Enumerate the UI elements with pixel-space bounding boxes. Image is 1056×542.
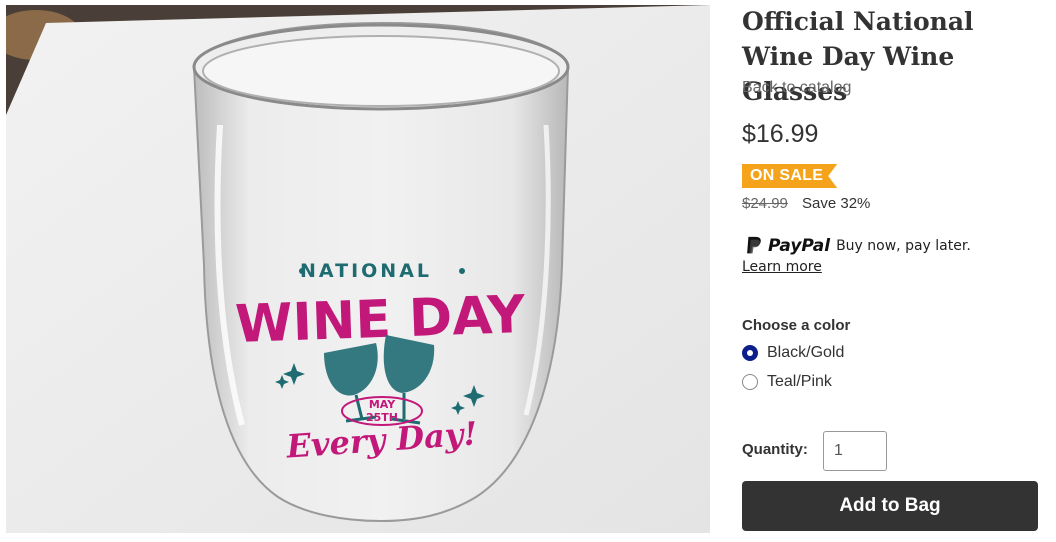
product-price: $16.99 [742, 120, 819, 148]
paypal-learn-more-link[interactable]: Learn more [742, 259, 822, 275]
radio-teal-pink[interactable] [742, 374, 758, 390]
paypal-brand: PayPal [768, 236, 831, 256]
print-national-text: NATIONAL [300, 260, 432, 282]
color-option-label: Black/Gold [767, 344, 845, 361]
on-sale-badge: ON SALE [742, 164, 837, 188]
print-wine-day-text: WINE DAY [234, 285, 527, 355]
color-option-teal-pink[interactable]: Teal/Pink [742, 373, 832, 391]
back-to-catalog-link[interactable]: Back to catalog [742, 79, 851, 97]
add-to-bag-button[interactable]: Add to Bag [742, 481, 1038, 531]
paypal-logo-icon [747, 236, 761, 254]
paypal-message: PayPal Buy now, pay later. [742, 235, 971, 257]
paypal-tagline: Buy now, pay later. [836, 238, 971, 254]
quantity-label: Quantity: [742, 441, 808, 458]
color-selector-label: Choose a color [742, 317, 851, 334]
savings-text: Save 32% [802, 195, 871, 212]
print-may-text: MAY [369, 398, 396, 411]
quantity-input[interactable] [823, 431, 887, 471]
color-option-black-gold[interactable]: Black/Gold [742, 344, 844, 362]
radio-black-gold[interactable] [742, 345, 758, 361]
original-price: $24.99 [742, 195, 788, 212]
color-option-label: Teal/Pink [767, 373, 832, 390]
product-image[interactable]: NATIONAL WINE DAY MAY 25TH Every Day! [6, 5, 710, 533]
